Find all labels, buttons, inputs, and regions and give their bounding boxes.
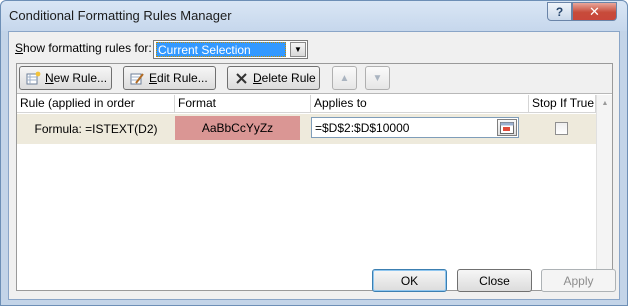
edit-rule-label: Edit Rule... — [149, 71, 208, 85]
move-up-button[interactable]: ▲ — [332, 66, 357, 90]
apply-button[interactable]: Apply — [541, 269, 616, 292]
delete-x-icon — [234, 71, 249, 86]
edit-rule-icon — [130, 71, 145, 86]
scope-dropdown[interactable]: Current Selection ▼ — [153, 40, 308, 59]
table-row[interactable]: Formula: =ISTEXT(D2) AaBbCcYyZz — [17, 114, 596, 144]
close-icon: ✕ — [589, 3, 600, 19]
rules-scrollbar[interactable]: ▲ ▼ — [596, 95, 612, 290]
new-rule-label: New Rule... — [45, 71, 108, 85]
title-bar[interactable]: Conditional Formatting Rules Manager ? ✕ — [1, 1, 627, 31]
header-rule[interactable]: Rule (applied in order shown) — [17, 95, 175, 127]
scope-dropdown-value: Current Selection — [156, 42, 286, 57]
rule-description: Formula: =ISTEXT(D2) — [34, 122, 158, 136]
delete-rule-label: Delete Rule — [253, 71, 316, 85]
new-rule-button[interactable]: New Rule... — [19, 66, 112, 90]
close-button[interactable]: Close — [457, 269, 532, 292]
format-preview: AaBbCcYyZz — [175, 116, 300, 140]
header-format[interactable]: Format — [175, 95, 311, 113]
applies-to-input[interactable] — [313, 119, 493, 136]
dialog-title: Conditional Formatting Rules Manager — [9, 8, 232, 23]
help-button[interactable]: ? — [547, 2, 572, 21]
stop-if-true-checkbox[interactable] — [555, 122, 568, 135]
rules-table-header: Rule (applied in order shown) Format App… — [17, 95, 596, 127]
header-applies-to[interactable]: Applies to — [311, 95, 529, 113]
ok-button[interactable]: OK — [372, 269, 447, 292]
dialog-body: Show formatting rules for: Current Selec… — [8, 31, 620, 300]
new-rule-icon — [26, 71, 41, 86]
edit-rule-button[interactable]: Edit Rule... — [123, 66, 216, 90]
rules-panel: New Rule... Edit Rule... Delete Rule ▲ ▼… — [16, 63, 613, 291]
header-stop-if-true[interactable]: Stop If True — [529, 95, 596, 113]
delete-rule-button[interactable]: Delete Rule — [227, 66, 320, 90]
chevron-down-icon[interactable]: ▼ — [290, 42, 306, 57]
dialog-window: Conditional Formatting Rules Manager ? ✕… — [0, 0, 628, 306]
scope-label: Show formatting rules for: — [15, 41, 152, 55]
window-close-button[interactable]: ✕ — [572, 2, 617, 21]
applies-to-field[interactable] — [311, 117, 519, 138]
triangle-up-icon: ▲ — [339, 72, 350, 84]
scroll-up-icon[interactable]: ▲ — [599, 97, 611, 109]
rules-toolbar: New Rule... Edit Rule... Delete Rule ▲ ▼ — [17, 64, 612, 94]
move-down-button[interactable]: ▼ — [365, 66, 390, 90]
range-select-button[interactable] — [497, 119, 517, 136]
collapse-range-icon — [500, 121, 514, 134]
triangle-down-icon: ▼ — [372, 72, 383, 84]
help-icon: ? — [555, 4, 564, 19]
